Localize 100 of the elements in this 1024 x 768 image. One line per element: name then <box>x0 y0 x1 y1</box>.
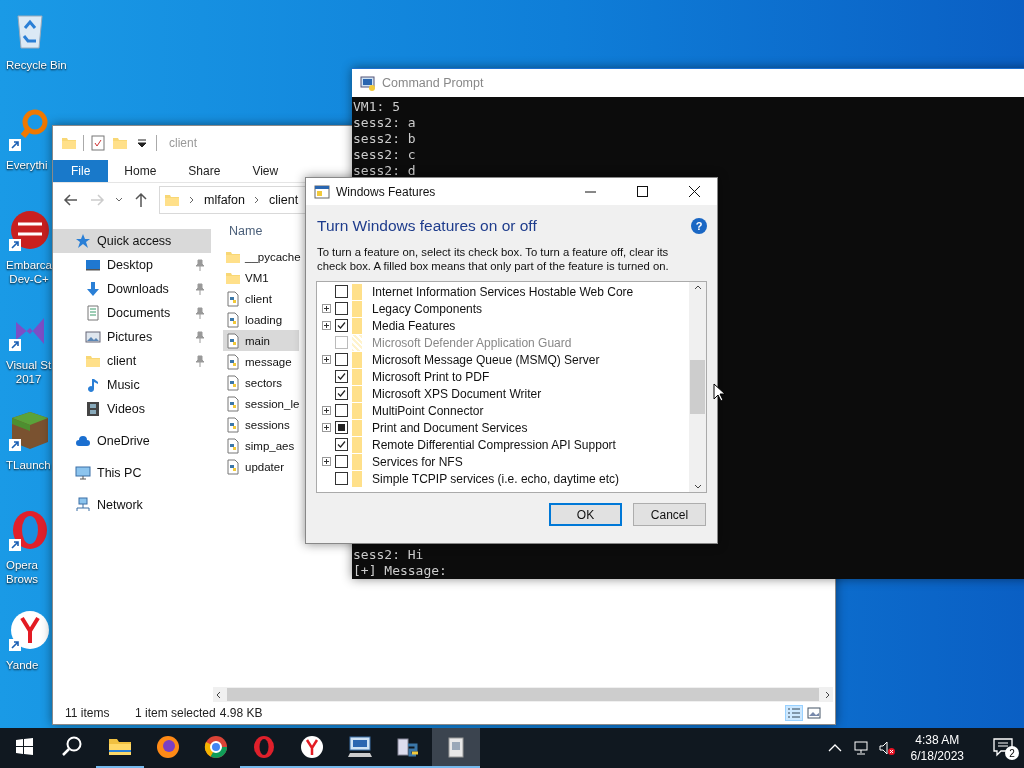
globe-circle-icon <box>204 736 227 758</box>
recent-dropdown-icon[interactable] <box>115 196 123 204</box>
recycle-bin-icon[interactable] <box>17 15 43 49</box>
checkbox[interactable] <box>335 438 348 451</box>
folder-icon <box>352 419 362 436</box>
file-menu-button[interactable]: File <box>53 160 109 182</box>
feature-row[interactable]: Microsoft Print to PDF <box>317 368 689 385</box>
file-item[interactable]: client <box>223 288 299 309</box>
nav-item[interactable]: Quick access <box>53 229 211 253</box>
nav-item[interactable]: Documents <box>53 301 211 325</box>
ribbon-tab[interactable]: View <box>236 160 295 182</box>
checkbox[interactable] <box>335 421 348 434</box>
feature-row[interactable]: Remote Differential Compression API Support <box>317 436 689 453</box>
up-arrow-icon[interactable] <box>133 192 149 208</box>
scroll-thumb[interactable] <box>227 688 819 701</box>
feature-row[interactable]: Internet Information Services Hostable Web Core <box>317 283 689 300</box>
breadcrumb[interactable]: client <box>269 193 299 207</box>
nav-item[interactable]: Downloads <box>53 277 211 301</box>
expand-icon[interactable] <box>322 457 331 466</box>
scroll-thumb[interactable] <box>690 360 705 414</box>
expand-icon[interactable] <box>322 423 331 432</box>
ribbon-tab[interactable]: Home <box>108 160 173 182</box>
notification-button[interactable]: 2 <box>992 736 1016 760</box>
feature-label: Microsoft Message Queue (MSMQ) Server <box>372 352 600 367</box>
folder-icon <box>352 453 362 470</box>
archive-icon <box>448 737 464 758</box>
checkbox[interactable] <box>335 472 348 485</box>
file-item[interactable]: sectors <box>223 372 299 393</box>
speech-bubble-icon <box>992 736 1014 758</box>
help-button[interactable]: ? <box>691 218 707 234</box>
nav-item[interactable]: Pictures <box>53 325 211 349</box>
expand-icon[interactable] <box>322 355 331 364</box>
y-logo-icon[interactable] <box>11 611 49 649</box>
expand-icon[interactable] <box>322 321 331 330</box>
checkbox[interactable] <box>335 302 348 315</box>
feature-row[interactable]: Services for NFS <box>317 453 689 470</box>
nav-item[interactable]: This PC <box>53 461 211 485</box>
feature-row[interactable]: Microsoft Message Queue (MSMQ) Server <box>317 351 689 368</box>
nav-item[interactable]: Videos <box>53 397 211 421</box>
computer-icon <box>75 465 91 481</box>
file-item[interactable]: simp_aes <box>223 435 299 456</box>
python-file-icon <box>225 437 241 454</box>
file-item[interactable]: loading <box>223 309 299 330</box>
ok-button[interactable]: OK <box>549 503 622 526</box>
feature-row[interactable]: Legacy Components <box>317 300 689 317</box>
grass-block-icon[interactable] <box>12 412 48 449</box>
nav-item[interactable]: client <box>53 349 211 373</box>
nav-item[interactable]: Music <box>53 373 211 397</box>
expand-icon[interactable] <box>322 406 331 415</box>
breadcrumb[interactable]: mlfafon <box>204 193 245 207</box>
feature-label: Media Features <box>372 318 456 333</box>
network-icon[interactable] <box>852 740 869 756</box>
y-logo-icon <box>301 736 323 758</box>
clock[interactable]: 4:38 AM 6/18/2023 <box>910 732 964 764</box>
checkbox[interactable] <box>335 404 348 417</box>
taskbar-app-button[interactable] <box>432 728 480 768</box>
feature-row[interactable]: Simple TCPIP services (i.e. echo, daytime etc) <box>317 470 689 487</box>
checkbox[interactable] <box>335 353 348 366</box>
folder-icon <box>352 402 362 419</box>
folder-icon <box>352 283 362 300</box>
feature-row[interactable]: Microsoft XPS Document Writer <box>317 385 689 402</box>
nav-item[interactable]: Network <box>53 493 211 517</box>
vertical-scrollbar[interactable] <box>689 282 706 492</box>
folder-icon <box>85 353 101 369</box>
circle-logo-icon[interactable] <box>11 211 49 249</box>
file-item[interactable]: message <box>223 351 299 372</box>
file-item[interactable]: sessions <box>223 414 299 435</box>
checkbox[interactable] <box>335 319 348 332</box>
python-file-icon <box>225 416 241 433</box>
folder-icon <box>352 436 362 453</box>
checkbox[interactable] <box>335 387 348 400</box>
checkbox[interactable] <box>335 285 348 298</box>
file-item[interactable]: main <box>223 330 299 351</box>
cancel-button[interactable]: Cancel <box>633 503 706 526</box>
feature-row[interactable]: MultiPoint Connector <box>317 402 689 419</box>
feature-row[interactable]: Media Features <box>317 317 689 334</box>
file-item[interactable]: session_le <box>223 393 299 414</box>
properties-icon[interactable] <box>90 135 106 151</box>
checkbox[interactable] <box>335 370 348 383</box>
file-item[interactable]: __pycache <box>223 246 299 267</box>
selection-status: 1 item selected <box>135 706 216 720</box>
large-icons-view-icon[interactable] <box>805 705 823 721</box>
nav-item[interactable]: Desktop <box>53 253 211 277</box>
star-icon <box>75 233 91 249</box>
ribbon-tab[interactable]: Share <box>172 160 237 182</box>
download-arrow-icon <box>85 281 101 297</box>
file-item[interactable]: VM1 <box>223 267 299 288</box>
muted-speaker-icon[interactable] <box>878 740 895 756</box>
nav-item[interactable]: OneDrive <box>53 429 211 453</box>
file-item[interactable]: updater <box>223 456 299 477</box>
mouse-cursor-icon <box>713 383 725 402</box>
infinity-logo-icon[interactable] <box>16 318 44 344</box>
python-file-icon <box>225 290 241 307</box>
ring-logo-icon[interactable] <box>13 511 47 549</box>
feature-row[interactable]: Print and Document Services <box>317 419 689 436</box>
dialog-heading: Turn Windows features on or off <box>317 217 538 235</box>
back-icon[interactable] <box>63 192 79 208</box>
horizontal-scrollbar[interactable] <box>213 687 833 702</box>
expand-icon[interactable] <box>322 304 331 313</box>
checkbox[interactable] <box>335 455 348 468</box>
